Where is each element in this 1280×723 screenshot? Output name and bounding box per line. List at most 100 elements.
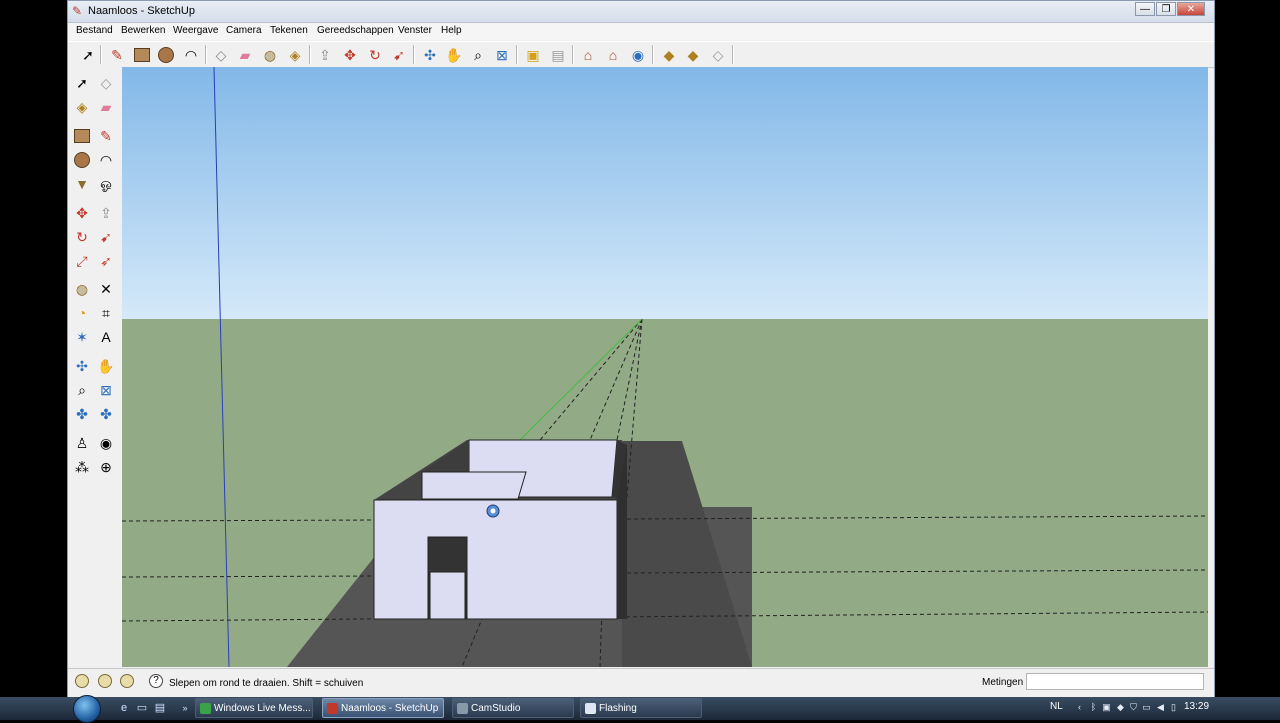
axes-icon[interactable]: ✶ [72,327,92,347]
toggle-terrain-icon[interactable]: ▤ [548,45,568,65]
help-icon[interactable]: ? [149,674,163,688]
arc-icon[interactable]: ◠ [181,45,201,65]
follow-me-icon[interactable]: ➹ [389,45,409,65]
line-icon[interactable]: ✎ [96,126,116,146]
zoom-icon[interactable]: ⌕ [72,380,92,400]
get-components-icon[interactable]: ◆ [659,45,679,65]
previous-view-icon[interactable]: ✤ [72,404,92,424]
shield-icon[interactable]: ⛉ [1128,702,1139,713]
circle-icon[interactable] [72,150,92,170]
main-toolbar: ➚ ✎ ◠ ◇ ▰ ◍ ◈ ⇪ ✥ ↻ ➹ ✣ ✋ ⌕ ⊠ ▣ ▤ ⌂ ⌂ ◉ … [68,41,1214,68]
share-model-icon[interactable]: ⌂ [603,45,623,65]
menu-camera[interactable]: Camera [226,25,262,36]
offset-icon[interactable]: ➶ [96,251,116,271]
circle-icon[interactable] [156,45,176,65]
select-icon[interactable]: ➚ [78,45,98,65]
3d-text-icon[interactable]: A [96,327,116,347]
follow-me-icon[interactable]: ➹ [96,227,116,247]
menu-venster[interactable]: Venster [398,25,432,36]
scale-icon[interactable]: ⤢ [72,251,92,271]
arc-icon[interactable]: ◠ [96,150,116,170]
quick-launch-chevron-icon[interactable]: » [178,701,192,715]
menu-tekenen[interactable]: Tekenen [270,25,308,36]
bluetooth-icon[interactable]: ᛒ [1088,702,1099,713]
camstudio-icon [457,703,468,714]
menu-weergave[interactable]: Weergave [173,25,218,36]
geolocation-icon[interactable] [75,674,89,688]
google-earth-icon[interactable]: ◉ [628,45,648,65]
move-icon[interactable]: ✥ [72,203,92,223]
minimize-button[interactable]: — [1135,2,1155,16]
scene-canvas[interactable] [122,67,1208,667]
select-icon[interactable]: ➚ [72,73,92,93]
rectangle-icon[interactable] [132,45,152,65]
zoom-icon[interactable]: ⌕ [468,45,488,65]
show-desktop-icon[interactable]: ▭ [135,701,149,715]
make-component-icon[interactable]: ◇ [96,73,116,93]
paint-bucket-icon[interactable]: ◈ [285,45,305,65]
push-pull-icon[interactable]: ⇪ [315,45,335,65]
rotate-icon[interactable]: ↻ [365,45,385,65]
dimension-icon[interactable]: ✕ [96,279,116,299]
drawing-viewport[interactable] [122,67,1208,667]
title-bar[interactable]: ✎ Naamloos - SketchUp — ❐ ✕ [68,1,1214,23]
power-icon[interactable]: ▯ [1168,702,1179,713]
pan-icon[interactable]: ✋ [96,356,116,376]
task-flashing[interactable]: Flashing [580,698,702,718]
orbit-cursor-icon [486,504,500,518]
section-plane-icon[interactable]: ⊕ [96,457,116,477]
orbit-icon[interactable]: ✣ [72,356,92,376]
eraser-icon[interactable]: ▰ [96,97,116,117]
internet-explorer-icon[interactable]: e [117,701,131,715]
messenger-icon [200,703,211,714]
push-pull-icon[interactable]: ⇪ [96,203,116,223]
freehand-icon[interactable]: ஓ [96,174,116,194]
rectangle-icon[interactable] [72,126,92,146]
measurements-field[interactable] [1026,673,1204,690]
close-button[interactable]: ✕ [1177,2,1205,16]
rotate-icon[interactable]: ↻ [72,227,92,247]
move-icon[interactable]: ✥ [340,45,360,65]
protractor-icon[interactable]: ◔ [72,303,92,323]
paint-bucket-icon[interactable]: ◈ [72,97,92,117]
position-camera-icon[interactable]: ♙ [72,433,92,453]
menu-bestand[interactable]: Bestand [76,25,113,36]
zoom-window-icon[interactable]: ⊠ [96,380,116,400]
look-around-icon[interactable]: ◉ [96,433,116,453]
zoom-extents-icon[interactable]: ⊠ [492,45,512,65]
get-models-icon[interactable]: ⌂ [578,45,598,65]
tray-chevron-icon[interactable]: ‹ [1074,702,1085,713]
send-to-layout-icon[interactable]: ◇ [708,45,728,65]
maximize-button[interactable]: ❐ [1156,2,1176,16]
task-camstudio[interactable]: CamStudio [452,698,574,718]
network-icon[interactable]: ▣ [1101,702,1112,713]
antivirus-icon[interactable]: ◆ [1115,702,1126,713]
eraser-icon[interactable]: ▰ [235,45,255,65]
monitor-icon[interactable]: ▭ [1141,702,1152,713]
share-component-icon[interactable]: ◆ [683,45,703,65]
volume-icon[interactable]: ◀ [1155,702,1166,713]
language-indicator[interactable]: NL [1050,701,1063,712]
orbit-icon[interactable]: ✣ [420,45,440,65]
credits-icon[interactable] [98,674,112,688]
menu-gereedschappen[interactable]: Gereedschappen [317,25,394,36]
tape-measure-icon[interactable]: ◍ [72,279,92,299]
menu-bewerken[interactable]: Bewerken [121,25,165,36]
next-view-icon[interactable]: ✤ [96,404,116,424]
user-icon[interactable] [120,674,134,688]
task-sketchup[interactable]: Naamloos - SketchUp [322,698,444,718]
make-component-icon[interactable]: ◇ [211,45,231,65]
text-icon[interactable]: ⌗ [96,303,116,323]
task-windows-live-messenger[interactable]: Windows Live Mess... [195,698,313,718]
flashing-icon [585,703,596,714]
switch-windows-icon[interactable]: ▤ [153,701,167,715]
add-location-icon[interactable]: ▣ [523,45,543,65]
pan-icon[interactable]: ✋ [444,45,464,65]
polygon-icon[interactable]: ▼ [72,174,92,194]
clock[interactable]: 13:29 [1184,701,1209,712]
menu-help[interactable]: Help [441,25,462,36]
line-icon[interactable]: ✎ [107,45,127,65]
tape-measure-icon[interactable]: ◍ [260,45,280,65]
start-button[interactable] [73,695,101,723]
walk-icon[interactable]: ⁂ [72,457,92,477]
